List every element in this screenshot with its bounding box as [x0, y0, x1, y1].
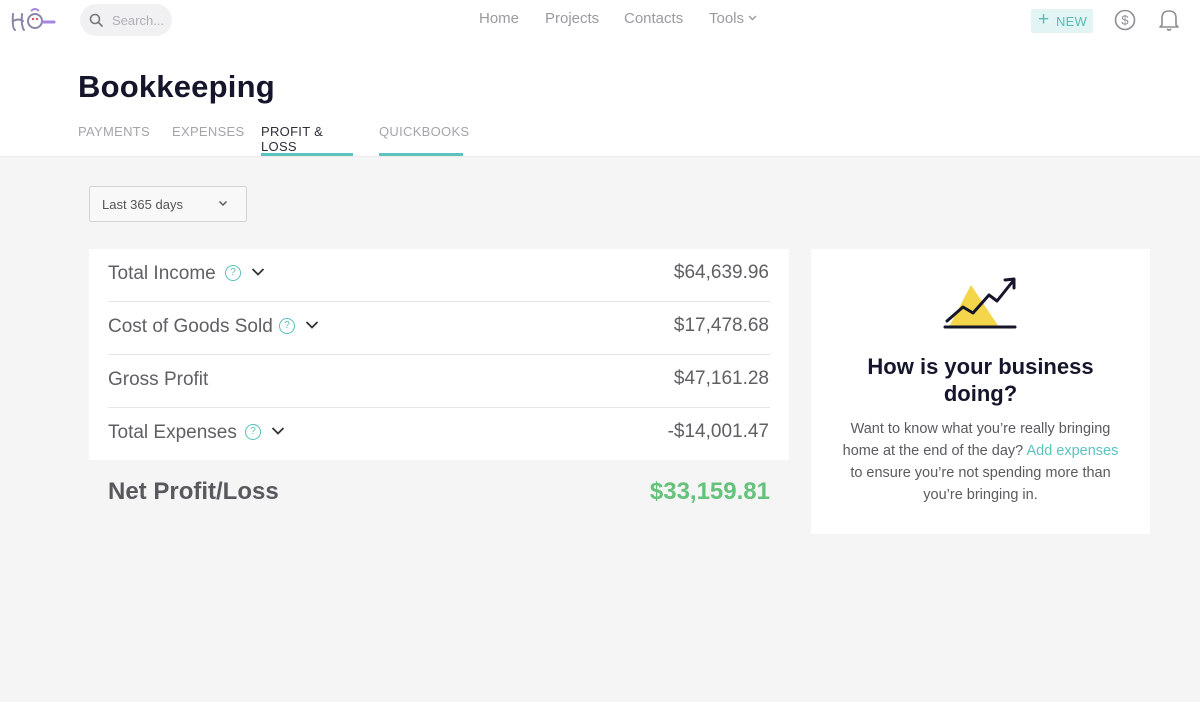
nav-tools-label: Tools — [709, 10, 745, 27]
nav-tools[interactable]: Tools — [709, 10, 757, 27]
plus-icon: + — [1038, 9, 1050, 30]
date-range-value: Last 365 days — [102, 197, 183, 212]
tip-text-after: to ensure you’re not spending more than … — [850, 465, 1111, 503]
help-icon[interactable]: ? — [245, 424, 261, 440]
search-input[interactable]: Search... — [80, 4, 172, 36]
top-nav-bar: Search... Home Projects Contacts Tools +… — [0, 0, 1200, 40]
row-amount: $47,161.28 — [673, 368, 769, 389]
row-amount: -$14,001.47 — [667, 421, 769, 442]
tip-heading: How is your business doing? — [867, 354, 1094, 406]
row-amount: $64,639.96 — [673, 262, 769, 283]
nav-projects[interactable]: Projects — [545, 10, 599, 27]
svg-text:$: $ — [1121, 13, 1129, 28]
row-amount: $17,478.68 — [673, 315, 769, 336]
row-total-expenses: Total Expenses ? -$14,001.47 — [108, 408, 770, 461]
new-button-label: NEW — [1056, 14, 1087, 29]
tab-quickbooks[interactable]: QUICKBOOKS — [379, 124, 469, 156]
expand-chevron-icon[interactable] — [251, 267, 265, 277]
bell-icon[interactable] — [1158, 8, 1180, 32]
logo-icon[interactable] — [9, 6, 59, 36]
net-profit-label: Net Profit/Loss — [108, 478, 279, 505]
row-label: Gross Profit — [108, 369, 209, 390]
page-title: Bookkeeping — [78, 69, 275, 104]
nav-home[interactable]: Home — [479, 10, 519, 27]
row-label: Cost of Goods Sold — [108, 316, 273, 337]
chevron-down-icon — [748, 15, 757, 21]
row-gross-profit: Gross Profit $47,161.28 — [108, 355, 770, 408]
tip-text: Want to know what you’re really bringing… — [839, 418, 1122, 506]
search-placeholder: Search... — [112, 13, 165, 28]
nav-contacts[interactable]: Contacts — [624, 10, 683, 27]
profit-loss-card: Total Income ? $64,639.96 Cost of Goods … — [89, 249, 789, 460]
row-cost-of-goods-sold: Cost of Goods Sold ? $17,478.68 — [108, 302, 770, 355]
page-header: Bookkeeping PAYMENTS EXPENSES PROFIT & L… — [0, 40, 1200, 157]
dollar-icon[interactable]: $ — [1114, 9, 1136, 31]
row-label: Total Income — [108, 263, 216, 284]
date-range-select[interactable]: Last 365 days — [89, 186, 247, 222]
growth-chart-icon — [943, 277, 1017, 329]
add-expenses-link[interactable]: Add expenses — [1026, 443, 1118, 459]
tab-expenses[interactable]: EXPENSES — [172, 124, 244, 156]
expand-chevron-icon[interactable] — [305, 320, 319, 330]
chevron-down-icon — [219, 201, 227, 206]
tab-payments[interactable]: PAYMENTS — [78, 124, 150, 156]
business-tip-card: How is your business doing? Want to know… — [811, 249, 1150, 534]
net-profit-amount: $33,159.81 — [649, 478, 770, 505]
row-label: Total Expenses — [108, 422, 237, 443]
tab-profit-loss[interactable]: PROFIT & LOSS — [261, 124, 353, 156]
row-total-income: Total Income ? $64,639.96 — [108, 249, 770, 302]
search-icon — [89, 13, 103, 27]
new-button[interactable]: + NEW — [1031, 9, 1093, 33]
help-icon[interactable]: ? — [225, 265, 241, 281]
help-icon[interactable]: ? — [279, 318, 295, 334]
expand-chevron-icon[interactable] — [271, 426, 285, 436]
